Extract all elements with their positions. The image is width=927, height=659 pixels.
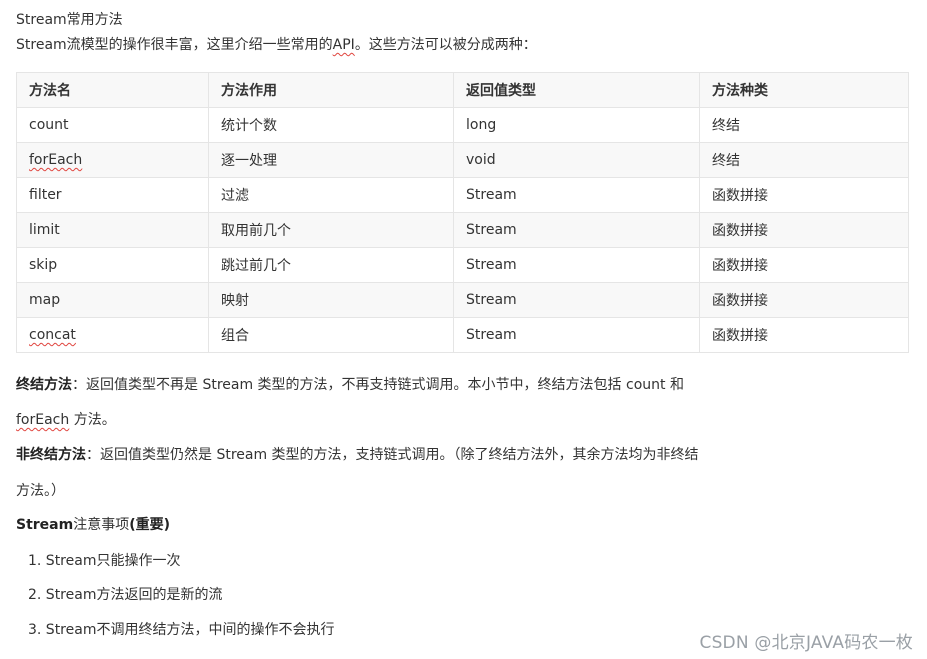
terminal-text: ：返回值类型不再是 Stream 类型的方法，不再支持链式调用。本小节中，终结方… — [72, 377, 684, 393]
cell-name: skip — [16, 247, 209, 283]
nonterminal-text: ：返回值类型仍然是 Stream 类型的方法，支持链式调用。（除了终结方法外，其… — [86, 447, 699, 463]
cell-return: void — [453, 142, 700, 178]
terminal-foreach-term: forEach — [16, 412, 70, 428]
cell-return: Stream — [453, 317, 700, 353]
notes-title-stream: Stream — [16, 517, 74, 533]
cell-kind: 函数拼接 — [699, 317, 909, 353]
cell-action: 逐一处理 — [208, 142, 454, 178]
intro-text-before: Stream流模型的操作很丰富，这里介绍一些常用的 — [16, 37, 333, 53]
nonterminal-paragraph-line1: 非终结方法：返回值类型仍然是 Stream 类型的方法，支持链式调用。（除了终结… — [16, 445, 699, 465]
intro-api-term: API — [332, 37, 355, 53]
intro-paragraph: Stream流模型的操作很丰富，这里介绍一些常用的API。这些方法可以被分成两种… — [16, 35, 537, 55]
cell-return: Stream — [453, 212, 700, 248]
cell-action: 过滤 — [208, 177, 454, 213]
cell-action: 统计个数 — [208, 107, 454, 143]
header-method-kind: 方法种类 — [699, 72, 909, 108]
cell-kind: 函数拼接 — [699, 177, 909, 213]
cell-action: 跳过前几个 — [208, 247, 454, 283]
list-item: 1. Stream只能操作一次 — [28, 553, 181, 569]
nonterminal-label: 非终结方法 — [16, 447, 86, 463]
cell-name: count — [16, 107, 209, 143]
nonterminal-paragraph-line2: 方法。） — [16, 483, 65, 499]
notes-title-mid: 注意事项 — [73, 517, 130, 533]
table-row: concat 组合 Stream 函数拼接 — [16, 317, 909, 353]
cell-return: Stream — [453, 282, 700, 318]
terminal-paragraph-line2: forEach 方法。 — [16, 410, 116, 430]
terminal-paragraph-line1: 终结方法：返回值类型不再是 Stream 类型的方法，不再支持链式调用。本小节中… — [16, 375, 684, 395]
table-row: limit 取用前几个 Stream 函数拼接 — [16, 212, 909, 248]
table-row: skip 跳过前几个 Stream 函数拼接 — [16, 247, 909, 283]
cell-action: 组合 — [208, 317, 454, 353]
csdn-watermark: CSDN @北京JAVA码农一枚 — [699, 633, 913, 653]
cell-return: long — [453, 107, 700, 143]
cell-return: Stream — [453, 177, 700, 213]
cell-return: Stream — [453, 247, 700, 283]
cell-kind: 函数拼接 — [699, 247, 909, 283]
header-return-type: 返回值类型 — [453, 72, 700, 108]
cell-action: 取用前几个 — [208, 212, 454, 248]
table-row: forEach 逐一处理 void 终结 — [16, 142, 909, 178]
cell-kind: 函数拼接 — [699, 212, 909, 248]
cell-name: forEach — [16, 142, 209, 178]
cell-kind: 函数拼接 — [699, 282, 909, 318]
cell-name: concat — [16, 317, 209, 353]
cell-name: limit — [16, 212, 209, 248]
header-method-name: 方法名 — [16, 72, 209, 108]
cell-name: map — [16, 282, 209, 318]
notes-title: Stream注意事项(重要) — [16, 515, 170, 535]
cell-kind: 终结 — [699, 142, 909, 178]
section-heading: Stream常用方法 — [16, 12, 123, 28]
terminal-label: 终结方法 — [16, 377, 72, 393]
methods-table: 方法名 方法作用 返回值类型 方法种类 count 统计个数 long 终结 f… — [16, 72, 909, 353]
list-item: 2. Stream方法返回的是新的流 — [28, 587, 223, 603]
list-item: 3. Stream不调用终结方法，中间的操作不会执行 — [28, 622, 335, 638]
intro-text-after: 。这些方法可以被分成两种： — [354, 37, 537, 53]
table-row: filter 过滤 Stream 函数拼接 — [16, 177, 909, 213]
cell-name-text: concat — [29, 327, 76, 343]
cell-action: 映射 — [208, 282, 454, 318]
cell-name: filter — [16, 177, 209, 213]
table-row: map 映射 Stream 函数拼接 — [16, 282, 909, 318]
cell-name-text: forEach — [29, 152, 83, 168]
cell-kind: 终结 — [699, 107, 909, 143]
table-header-row: 方法名 方法作用 返回值类型 方法种类 — [16, 72, 909, 108]
notes-title-important: (重要) — [129, 517, 171, 533]
header-method-action: 方法作用 — [208, 72, 454, 108]
terminal-text-end: 方法。 — [69, 412, 116, 428]
table-row: count 统计个数 long 终结 — [16, 107, 909, 143]
